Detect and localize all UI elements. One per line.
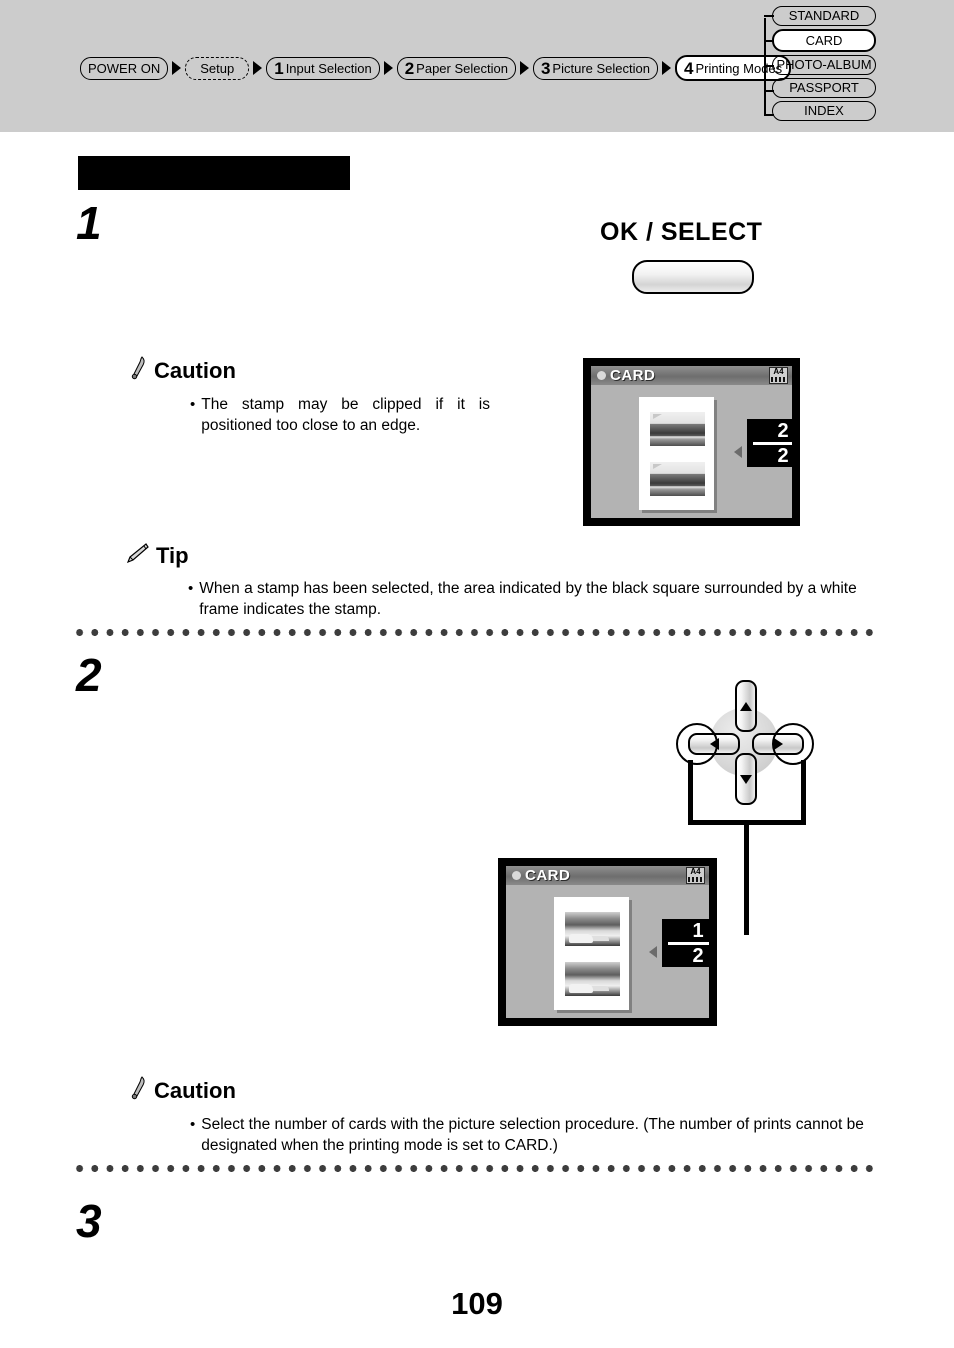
preview-photo [565,912,620,946]
breadcrumb-step-number: 3 [540,58,551,78]
caution-note-1: Caution • The stamp may be clipped if it… [128,356,528,437]
lcd-left-arrow-icon [649,945,657,958]
callout-left-leg [688,760,693,825]
mode-item-standard[interactable]: STANDARD [772,6,876,26]
arrow-up-icon [740,701,752,711]
counter-bottom-value: 2 [692,944,704,967]
breadcrumb-item-power-on[interactable]: POWER ON [80,56,169,80]
tip-heading: Tip [126,542,886,570]
mode-item-passport[interactable]: PASSPORT [772,78,876,98]
bullet-marker: • [188,580,194,597]
bullet-marker: • [190,396,196,413]
tip-body-text: When a stamp has been selected, the area… [199,580,857,618]
preview-photo [650,462,705,496]
breadcrumb-step-number: 2 [404,58,415,78]
lcd-title-text: CARD [525,867,571,884]
printing-mode-list: STANDARD CARD PHOTO-ALBUM PASSPORT INDEX [772,6,876,124]
card-counter: 1 2 [662,919,709,967]
caution-heading-text: Caution [154,1078,236,1103]
counter-top-value: 2 [777,419,789,442]
callout-right-leg [801,760,806,825]
caution-note-2: Caution • Select the number of cards wit… [128,1076,888,1157]
ok-select-control: OK / SELECT [600,218,762,294]
print-layout-preview [639,397,714,510]
mode-item-index[interactable]: INDEX [772,101,876,121]
lcd-mode-dot-icon [512,871,521,880]
breadcrumb-label: Input Selection [285,60,372,76]
lcd-preview-screen-1: CARD A4 2 2 [583,358,800,526]
paper-size-a4-icon: A4 [686,867,705,884]
lcd-body: 1 2 [506,885,709,1018]
paper-size-a4-icon: A4 [769,367,788,384]
caution-heading: Caution [128,356,528,386]
tip-body: • When a stamp has been selected, the ar… [188,579,878,621]
step-number-1: 1 [76,197,102,249]
lcd-title-text: CARD [610,367,656,384]
step-number-3: 3 [76,1195,102,1247]
breadcrumb-label: POWER ON [88,60,161,76]
breadcrumb-item-paper-selection[interactable]: 2 Paper Selection [396,56,516,80]
breadcrumb-arrow-icon [519,61,529,75]
breadcrumb-label: Setup [200,60,235,76]
dpad-left-highlight-ring [676,723,718,765]
lcd-body: 2 2 [591,385,792,518]
caution-heading: Caution [128,1076,888,1106]
caution-body: • Select the number of cards with the pi… [190,1115,880,1157]
mode-item-photo-album[interactable]: PHOTO-ALBUM [772,55,876,75]
pencil-icon [128,1076,148,1106]
pencil-icon [126,542,150,570]
caution-body-text: Select the number of cards with the pict… [201,1116,864,1154]
breadcrumb-label: Printing Modes [695,60,783,76]
callout-stem [744,820,749,935]
ok-select-label: OK / SELECT [600,218,763,246]
step-number-2: 2 [76,649,102,701]
tip-heading-text: Tip [156,543,189,568]
lcd-left-arrow-icon [734,445,742,458]
ok-select-button[interactable] [632,260,754,294]
breadcrumb-item-picture-selection[interactable]: 3 Picture Selection [532,56,658,80]
lcd-screen-content: CARD A4 1 2 [506,866,709,1018]
card-counter: 2 2 [747,419,792,467]
pencil-icon [128,356,148,386]
lcd-titlebar: CARD A4 [591,366,792,385]
caution-body-text: The stamp may be clipped if it is positi… [201,396,490,434]
counter-bottom-value: 2 [777,444,789,467]
breadcrumb-arrow-icon [172,61,182,75]
section-separator [72,629,878,636]
lcd-mode-dot-icon [597,371,606,380]
mode-item-card[interactable]: CARD [772,29,876,52]
tip-note-1: Tip • When a stamp has been selected, th… [126,542,886,621]
breadcrumb-item-input-selection[interactable]: 1 Input Selection [266,56,380,80]
section-title-bar [78,156,350,190]
dpad-right-highlight-ring [772,723,814,765]
caution-heading-text: Caution [154,358,236,383]
breadcrumb-arrow-icon [383,61,393,75]
section-separator [72,1165,878,1172]
caution-body: • The stamp may be clipped if it is posi… [190,395,490,437]
breadcrumb-label: Picture Selection [552,60,650,76]
breadcrumb-arrow-icon [253,61,263,75]
breadcrumb-item-setup[interactable]: Setup [185,56,250,80]
preview-photo [650,412,705,446]
preview-photo [565,962,620,996]
dpad-up-button[interactable] [735,680,757,732]
breadcrumb-step-number: 4 [683,58,694,78]
counter-top-value: 1 [692,919,704,942]
breadcrumb-step-number: 1 [274,58,284,78]
lcd-titlebar: CARD A4 [506,866,709,885]
print-layout-preview [554,897,629,1010]
lcd-screen-content: CARD A4 2 2 [591,366,792,518]
breadcrumb: POWER ON Setup 1 Input Selection 2 Paper… [80,55,792,81]
page-number: 109 [451,1286,503,1321]
bullet-marker: • [190,1116,196,1133]
lcd-preview-screen-2: CARD A4 1 2 [498,858,717,1026]
breadcrumb-arrow-icon [661,61,671,75]
breadcrumb-label: Paper Selection [416,60,508,76]
